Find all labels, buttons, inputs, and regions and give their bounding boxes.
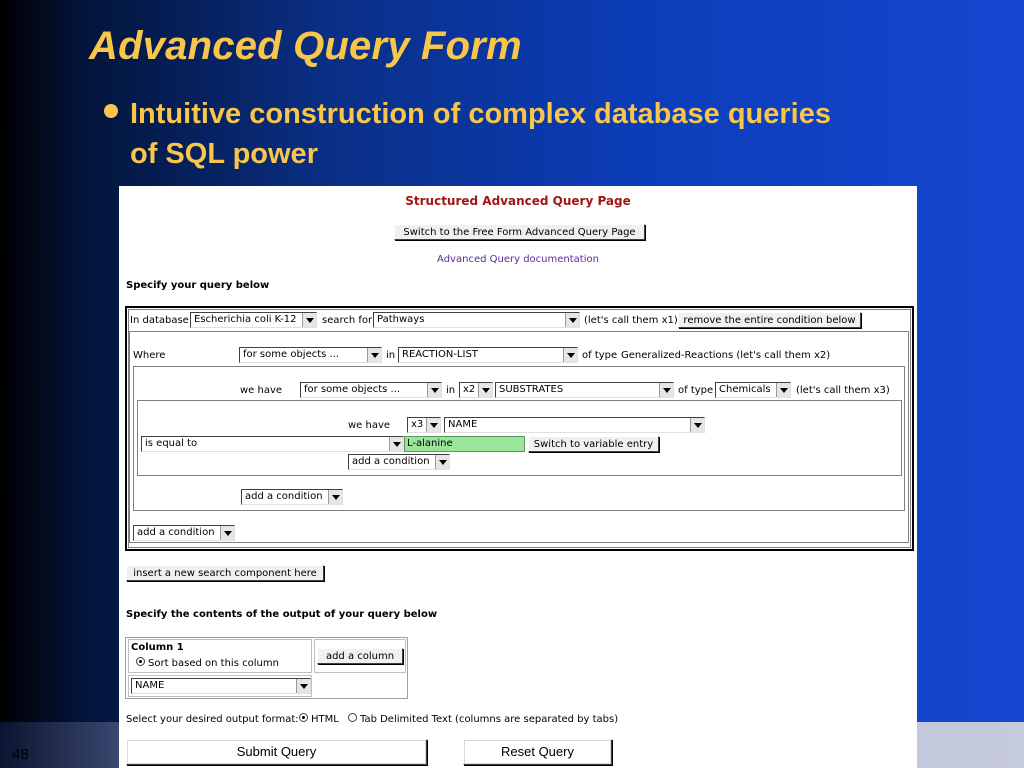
have-variable-value: x2 — [463, 384, 476, 395]
column-1-title: Column 1 — [131, 642, 184, 653]
chevron-down-icon — [367, 348, 381, 362]
have-in-label: in — [446, 385, 456, 396]
reset-query-button[interactable]: Reset Query — [463, 739, 612, 765]
have-slot-value: SUBSTRATES — [499, 384, 564, 395]
operator-select[interactable]: is equal to — [141, 436, 404, 452]
search-for-select-value: Pathways — [377, 314, 425, 325]
query-page-heading: Structured Advanced Query Page — [405, 194, 631, 208]
page-number: 48 — [12, 746, 29, 763]
have-type-select[interactable]: Chemicals — [715, 382, 791, 398]
bullet-dot-icon — [104, 104, 118, 118]
outer-add-condition-value: add a condition — [137, 527, 215, 538]
chevron-down-icon — [296, 679, 310, 693]
column-field-select[interactable]: NAME — [131, 678, 311, 694]
chevron-down-icon — [659, 383, 673, 397]
format-tab-radio[interactable] — [348, 713, 357, 722]
chevron-down-icon — [565, 313, 579, 327]
where-label: Where — [133, 350, 166, 361]
x1-call-note: (let's call them x1) — [584, 315, 678, 326]
query-form-screenshot: Structured Advanced Query Page Switch to… — [119, 186, 917, 768]
documentation-link[interactable]: Advanced Query documentation — [119, 254, 917, 265]
column-field-value: NAME — [135, 680, 165, 691]
have-we-have-label: we have — [240, 385, 283, 396]
where-slot-value: REACTION-LIST — [402, 349, 478, 360]
have-variable-select[interactable]: x2 — [459, 382, 493, 398]
inner-variable-select[interactable]: x3 — [407, 417, 441, 433]
add-column-button[interactable]: add a column — [317, 648, 403, 664]
sort-column-radio[interactable] — [136, 657, 145, 666]
where-quantifier-value: for some objects ... — [243, 349, 340, 360]
chevron-down-icon — [427, 383, 441, 397]
switch-free-form-button[interactable]: Switch to the Free Form Advanced Query P… — [394, 224, 645, 240]
chevron-down-icon — [426, 418, 440, 432]
search-for-label: search for — [322, 315, 373, 326]
x3-call-note: (let's call them x3) — [796, 385, 890, 396]
outer-add-condition-select[interactable]: add a condition — [133, 525, 235, 541]
inner-variable-value: x3 — [411, 419, 424, 430]
chevron-down-icon — [302, 313, 316, 327]
have-type-value: Chemicals — [719, 384, 771, 395]
specify-query-label: Specify your query below — [126, 280, 270, 291]
where-slot-select[interactable]: REACTION-LIST — [398, 347, 578, 363]
chevron-down-icon — [220, 526, 234, 540]
inner-add-condition-select[interactable]: add a condition — [348, 454, 450, 470]
inner-we-have-label: we have — [348, 420, 391, 431]
database-select[interactable]: Escherichia coli K-12 — [190, 312, 317, 328]
mid-add-condition-value: add a condition — [245, 491, 323, 502]
switch-variable-entry-button[interactable]: Switch to variable entry — [528, 436, 659, 452]
output-format-label: Select your desired output format: — [126, 714, 299, 725]
value-input[interactable]: L-alanine — [404, 436, 525, 452]
where-quantifier-select[interactable]: for some objects ... — [239, 347, 382, 363]
database-select-value: Escherichia coli K-12 — [194, 314, 297, 325]
format-tab-label: Tab Delimited Text (columns are separate… — [360, 714, 619, 725]
chevron-down-icon — [776, 383, 790, 397]
remove-condition-button[interactable]: remove the entire condition below — [678, 312, 861, 328]
operator-value: is equal to — [145, 438, 198, 449]
inner-add-condition-value: add a condition — [352, 456, 430, 467]
where-type-text: Generalized-Reactions (let's call them x… — [621, 350, 831, 361]
format-html-radio[interactable] — [299, 713, 308, 722]
mid-add-condition-select[interactable]: add a condition — [241, 489, 343, 505]
chevron-down-icon — [478, 383, 492, 397]
in-database-label: In database — [130, 315, 189, 326]
chevron-down-icon — [690, 418, 704, 432]
have-quantifier-select[interactable]: for some objects ... — [300, 382, 442, 398]
chevron-down-icon — [435, 455, 449, 469]
bullet-text: Intuitive construction of complex databa… — [130, 98, 831, 170]
chevron-down-icon — [389, 437, 403, 451]
inner-slot-value: NAME — [448, 419, 478, 430]
chevron-down-icon — [563, 348, 577, 362]
where-in-label: in — [386, 350, 396, 361]
submit-query-button[interactable]: Submit Query — [126, 739, 427, 765]
have-quantifier-value: for some objects ... — [304, 384, 401, 395]
format-html-label: HTML — [311, 714, 339, 725]
slide-title: Advanced Query Form — [89, 24, 522, 68]
have-slot-select[interactable]: SUBSTRATES — [495, 382, 674, 398]
have-of-type-label: of type — [678, 385, 714, 396]
insert-search-component-button[interactable]: insert a new search component here — [126, 565, 324, 581]
sort-column-label: Sort based on this column — [148, 658, 279, 669]
where-of-type-label: of type — [582, 350, 618, 361]
inner-slot-select[interactable]: NAME — [444, 417, 705, 433]
chevron-down-icon — [328, 490, 342, 504]
output-contents-label: Specify the contents of the output of yo… — [126, 609, 438, 620]
search-for-select[interactable]: Pathways — [373, 312, 580, 328]
